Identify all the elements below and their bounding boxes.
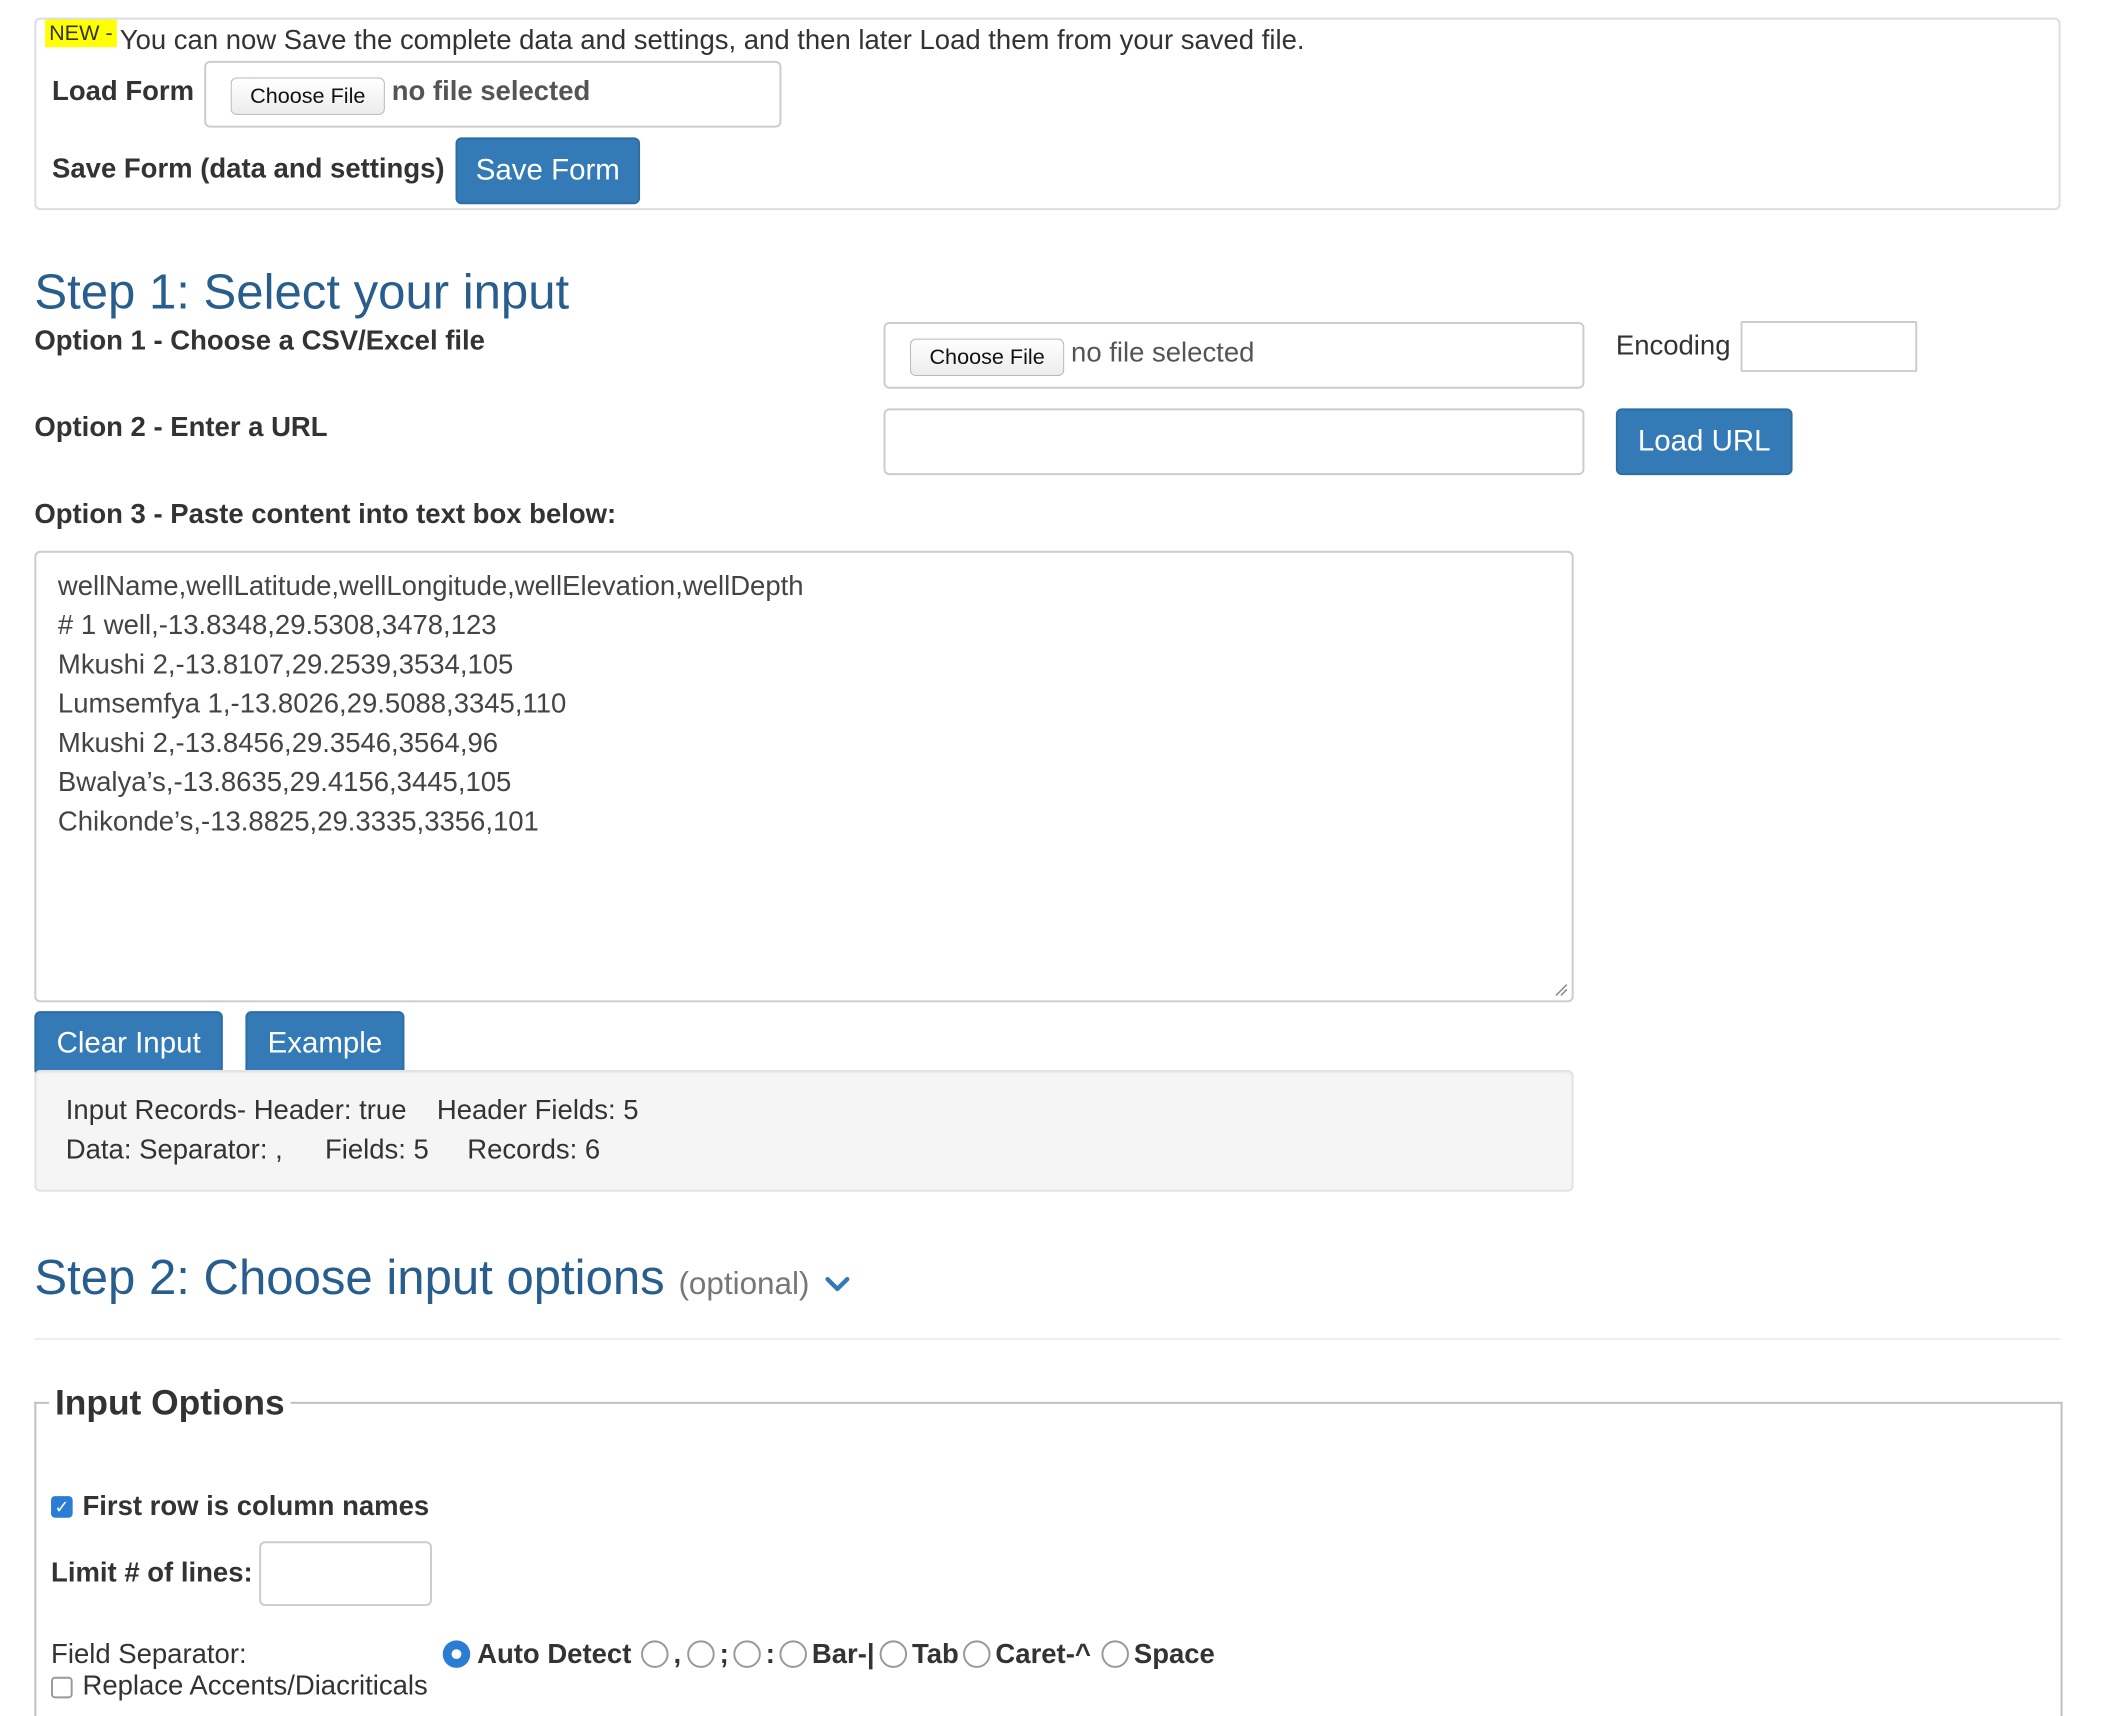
separator-radio-comma[interactable] bbox=[641, 1640, 669, 1668]
input-stats-panel: Input Records- Header: true Header Field… bbox=[34, 1070, 1574, 1192]
textarea-line: wellName,wellLatitude,wellLongitude,well… bbox=[57, 570, 804, 601]
separator-radio-semicolon[interactable] bbox=[687, 1640, 715, 1668]
save-form-label: Save Form (data and settings) bbox=[52, 153, 445, 184]
load-form-file-status: no file selected bbox=[391, 75, 591, 107]
encoding-label: Encoding bbox=[1615, 329, 1731, 361]
separator-label-auto-detect: Auto Detect bbox=[477, 1638, 632, 1669]
csv-choose-file-button[interactable]: Choose File bbox=[910, 338, 1065, 376]
separator-label-tab: Tab bbox=[911, 1638, 959, 1669]
separator-radio-auto-detect[interactable] bbox=[442, 1640, 471, 1668]
step1-title: Step 1: Select your input bbox=[34, 264, 570, 320]
textarea-line: # 1 well,-13.8348,29.5308,3478,123 bbox=[57, 609, 497, 641]
csv-file-input[interactable]: Choose File no file selected bbox=[883, 321, 1585, 389]
first-row-checkbox[interactable]: ✓ bbox=[51, 1496, 73, 1518]
field-separator-label: Field Separator: bbox=[51, 1638, 247, 1669]
input-options-legend: Input Options bbox=[49, 1381, 291, 1425]
stat-records: Records: 6 bbox=[467, 1133, 601, 1165]
separator-label-space: Space bbox=[1133, 1638, 1215, 1669]
stat-separator: Data: Separator: , bbox=[65, 1133, 283, 1165]
first-row-label: First row is column names bbox=[82, 1490, 430, 1521]
load-form-choose-file-button[interactable]: Choose File bbox=[230, 77, 385, 115]
load-form-label: Load Form bbox=[52, 75, 195, 107]
separator-label-colon: : bbox=[765, 1638, 775, 1669]
load-form-file-input[interactable]: Choose File no file selected bbox=[204, 60, 782, 128]
limit-lines-input[interactable] bbox=[259, 1541, 432, 1607]
new-badge: NEW - bbox=[45, 19, 117, 48]
textarea-line: Bwalya’s,-13.8635,29.4156,3445,105 bbox=[57, 766, 512, 798]
divider bbox=[34, 1338, 2061, 1341]
textarea-line: Lumsemfya 1,-13.8026,29.5088,3345,110 bbox=[57, 688, 567, 719]
step2-heading[interactable]: Step 2: Choose input options (optional) bbox=[34, 1249, 850, 1306]
chevron-down-icon[interactable] bbox=[823, 1274, 850, 1294]
resize-grip-icon[interactable] bbox=[1554, 983, 1568, 997]
separator-radio-bar[interactable] bbox=[779, 1640, 807, 1668]
example-button[interactable]: Example bbox=[245, 1011, 405, 1076]
option3-label: Option 3 - Paste content into text box b… bbox=[34, 498, 617, 530]
save-load-notice: You can now Save the complete data and s… bbox=[119, 24, 1305, 55]
separator-radio-space[interactable] bbox=[1101, 1640, 1129, 1668]
option2-label: Option 2 - Enter a URL bbox=[34, 411, 328, 442]
separator-radio-caret[interactable] bbox=[963, 1640, 991, 1668]
stat-header: Input Records- Header: true bbox=[65, 1094, 407, 1126]
separator-label-bar: Bar-| bbox=[811, 1638, 875, 1669]
separator-radio-colon[interactable] bbox=[733, 1640, 761, 1668]
step2-title: Step 2: Choose input options bbox=[34, 1249, 665, 1305]
textarea-line: Mkushi 2,-13.8456,29.3546,3564,96 bbox=[57, 727, 499, 758]
option1-label: Option 1 - Choose a CSV/Excel file bbox=[34, 324, 485, 356]
clear-input-button[interactable]: Clear Input bbox=[34, 1011, 223, 1076]
separator-radio-tab[interactable] bbox=[879, 1640, 908, 1668]
url-input[interactable] bbox=[883, 408, 1585, 476]
textarea-line: Mkushi 2,-13.8107,29.2539,3534,105 bbox=[57, 648, 514, 680]
step2-optional: (optional) bbox=[678, 1265, 810, 1301]
encoding-input[interactable] bbox=[1740, 321, 1918, 373]
textarea-line: Chikonde’s,-13.8825,29.3335,3356,101 bbox=[57, 805, 539, 837]
textarea-content: wellName,wellLatitude,wellLongitude,well… bbox=[58, 566, 1550, 841]
replace-accents-label: Replace Accents/Diacriticals bbox=[82, 1669, 428, 1701]
save-form-button[interactable]: Save Form bbox=[455, 137, 641, 205]
limit-lines-label: Limit # of lines: bbox=[51, 1556, 253, 1588]
paste-input-textarea[interactable]: wellName,wellLatitude,wellLongitude,well… bbox=[34, 550, 1574, 1003]
stat-header-fields: Header Fields: 5 bbox=[436, 1094, 639, 1126]
load-url-button[interactable]: Load URL bbox=[1615, 408, 1793, 476]
replace-accents-checkbox[interactable] bbox=[51, 1676, 73, 1699]
csv-file-status: no file selected bbox=[1071, 336, 1255, 368]
stat-fields: Fields: 5 bbox=[324, 1133, 429, 1165]
separator-label-caret: Caret-^ bbox=[995, 1638, 1091, 1669]
separator-label-semicolon: ; bbox=[719, 1638, 729, 1669]
separator-label-comma: , bbox=[673, 1638, 682, 1669]
